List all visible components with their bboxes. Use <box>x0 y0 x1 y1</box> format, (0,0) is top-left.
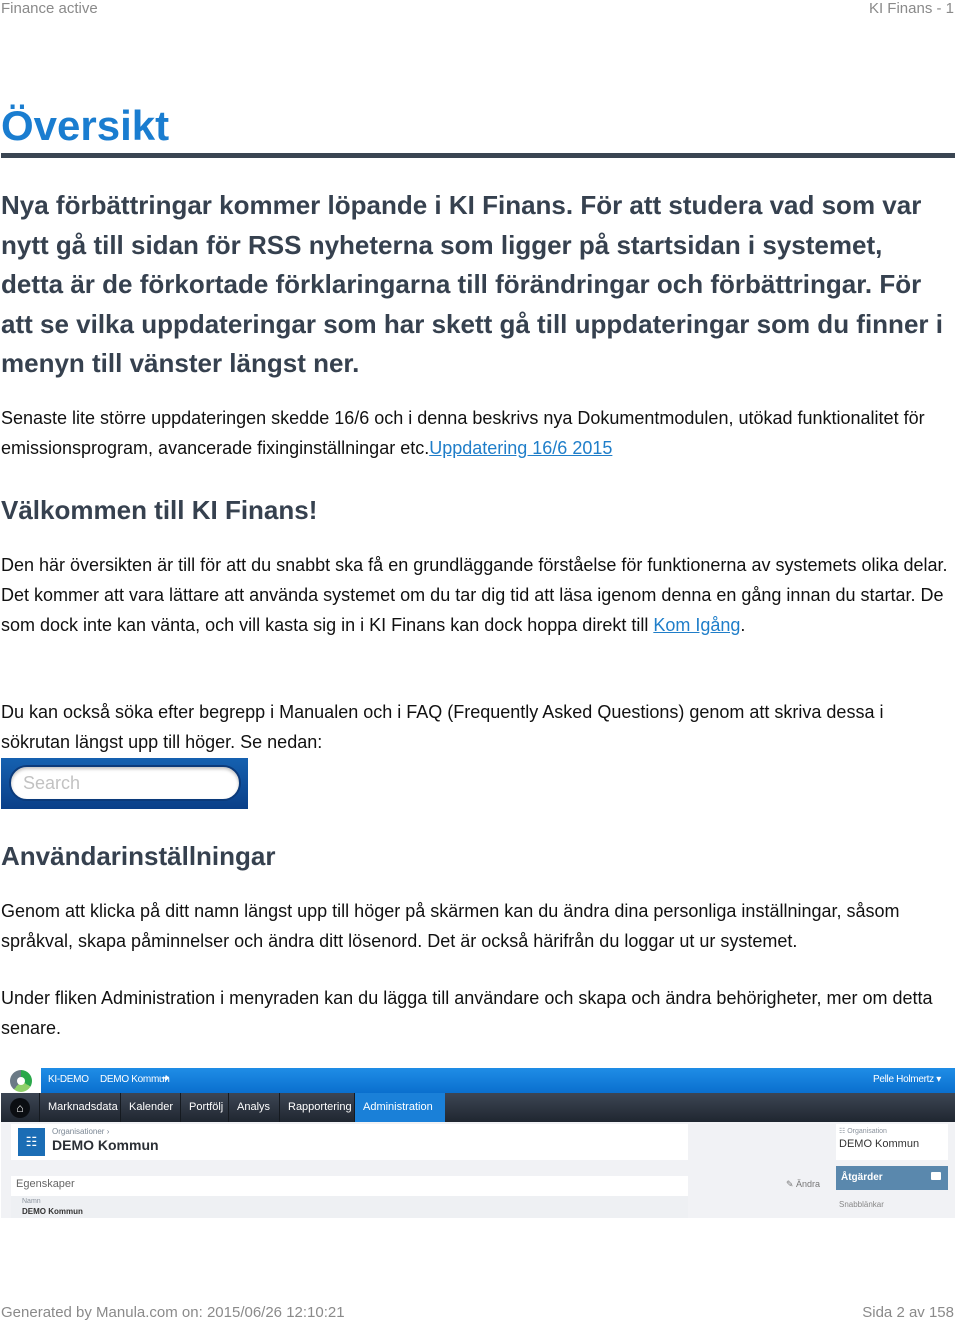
nav-item-kalender[interactable]: Kalender <box>120 1093 180 1122</box>
actions-label: Åtgärder <box>841 1172 883 1183</box>
intro-paragraph: Nya förbättringar kommer löpande i KI Fi… <box>1 190 943 378</box>
welcome-heading: Välkommen till KI Finans! <box>1 495 318 525</box>
user-menu[interactable]: Pelle Holmertz ▾ <box>873 1074 941 1085</box>
edit-icon: ✎ <box>786 1179 797 1189</box>
app-screenshot: KI-DEMO DEMO Kommun ➜ Pelle Holmertz ▾ ⌂… <box>1 1068 955 1218</box>
welcome-paragraph: Den här översikten är till för att du sn… <box>1 550 956 640</box>
app-navbar: ⌂ Marknadsdata Kalender Portfölj Analys … <box>1 1093 955 1142</box>
latest-update-paragraph: Senaste lite större uppdateringen skedde… <box>1 403 956 463</box>
property-value: DEMO Kommun <box>22 1207 83 1216</box>
logout-icon[interactable]: ➜ <box>161 1073 169 1084</box>
property-label: Namn <box>22 1198 41 1205</box>
properties-heading: Egenskaper <box>16 1178 75 1190</box>
nav-item-analys[interactable]: Analys <box>228 1093 279 1122</box>
app-topbar: KI-DEMO DEMO Kommun ➜ Pelle Holmertz ▾ <box>1 1068 955 1093</box>
search-box-sample <box>1 758 248 809</box>
org-title: DEMO Kommun <box>52 1137 159 1153</box>
edit-label: Ändra <box>796 1179 821 1189</box>
quicklinks-label: Snabblänkar <box>839 1200 884 1209</box>
user-settings-paragraph-2: Under fliken Administration i menyraden … <box>1 988 933 1038</box>
sidebar-org-label-text: Organisation <box>847 1128 887 1135</box>
home-icon: ⌂ <box>10 1097 30 1118</box>
welcome-text-end: . <box>740 615 746 635</box>
running-footer-left: Generated by Manula.com on: 2015/06/26 1… <box>1 1304 345 1321</box>
user-settings-paragraph-1: Genom att klicka på ditt namn längst upp… <box>1 901 900 951</box>
page-title: Översikt <box>1 102 170 149</box>
title-divider <box>1 153 955 158</box>
org-switch[interactable]: DEMO Kommun <box>100 1074 170 1085</box>
org-small-icon: ☷ <box>839 1128 848 1135</box>
org-breadcrumb[interactable]: Organisationer › <box>52 1127 109 1136</box>
nav-item-administration[interactable]: Administration ▾ <box>354 1093 445 1142</box>
search-input[interactable] <box>9 765 241 801</box>
property-row <box>11 1196 688 1218</box>
collapse-icon[interactable] <box>931 1172 941 1180</box>
nav-item-marknadsdata[interactable]: Marknadsdata <box>39 1093 120 1122</box>
welcome-text: Den här översikten är till för att du sn… <box>1 555 948 635</box>
running-footer-right: Sida 2 av 158 <box>862 1304 954 1321</box>
user-settings-heading: Användarinställningar <box>1 841 276 871</box>
running-header-left: Finance active <box>1 0 98 17</box>
edit-button[interactable]: ✎ Ändra <box>786 1179 820 1190</box>
sidebar-org-value: DEMO Kommun <box>839 1138 920 1150</box>
nav-item-rapportering[interactable]: Rapportering <box>279 1093 354 1122</box>
nav-item-portfolj[interactable]: Portfölj <box>180 1093 228 1122</box>
org-chart-icon: ☷ <box>18 1128 45 1156</box>
app-logo-icon <box>10 1069 32 1092</box>
running-header-right: KI Finans - 1 <box>868 0 954 17</box>
app-logo-cell <box>1 1068 41 1093</box>
home-button[interactable]: ⌂ <box>1 1093 39 1122</box>
get-started-link[interactable]: Kom Igång <box>653 615 740 635</box>
update-link[interactable]: Uppdatering 16/6 2015 <box>429 438 612 458</box>
sidebar-org-label: ☷ Organisation <box>839 1127 887 1135</box>
org-code[interactable]: KI-DEMO <box>48 1074 89 1085</box>
search-hint-paragraph: Du kan också söka efter begrepp i Manual… <box>1 702 884 752</box>
